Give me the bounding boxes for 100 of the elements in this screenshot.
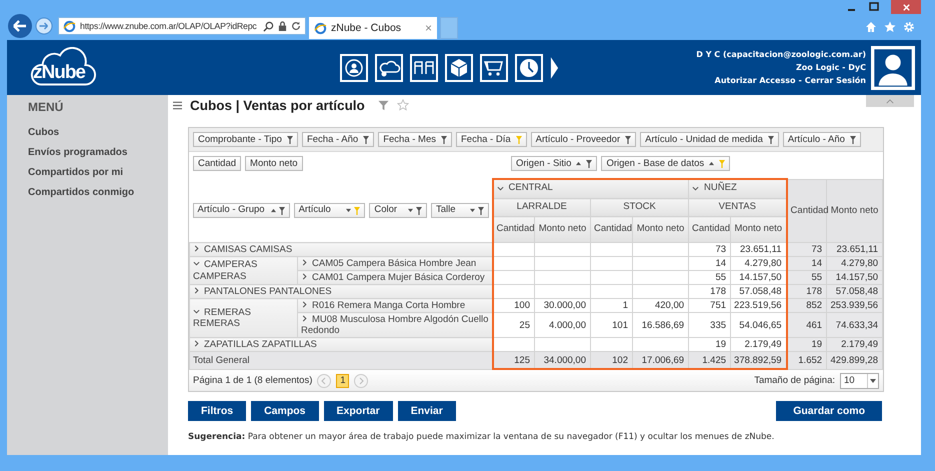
forward-icon[interactable]	[35, 17, 53, 35]
menu-item[interactable]: Envíos programados	[28, 147, 168, 158]
row-header[interactable]: CAM05 Campera Básica Hombre Jean	[298, 256, 492, 270]
action-button[interactable]: Filtros	[188, 401, 246, 421]
row-header[interactable]: ZAPATILLAS ZAPATILLAS	[190, 338, 492, 352]
page-button[interactable]: 1	[336, 374, 350, 388]
row-header[interactable]: R016 Remera Manga Corta Hombre	[298, 298, 492, 312]
field-chip[interactable]: Color	[369, 203, 427, 218]
table-cell: 101	[612, 320, 628, 330]
row-header[interactable]: PANTALONES PANTALONES	[190, 284, 492, 298]
star-icon[interactable]	[396, 99, 409, 111]
field-chip[interactable]: Comprobante - Tipo	[193, 132, 298, 147]
back-icon[interactable]	[8, 14, 32, 38]
cube-icon[interactable]	[445, 54, 473, 82]
address-bar[interactable]: https://www.znube.com.ar/OLAP/OLAP?idRepc	[58, 17, 306, 35]
cloud-gear-icon[interactable]	[375, 54, 403, 82]
arrow-right-icon[interactable]	[550, 54, 559, 80]
field-chip[interactable]: Cantidad	[193, 156, 242, 171]
menu-item[interactable]: Compartidos conmigo	[28, 187, 168, 198]
action-button[interactable]: Exportar	[324, 401, 393, 421]
close-tab-button[interactable]: ×	[424, 21, 432, 35]
field-chip[interactable]: Fecha - Día	[456, 132, 527, 147]
filter-icon[interactable]	[363, 136, 370, 144]
column-header: Monto neto	[730, 216, 787, 242]
field-chip[interactable]: Talle	[430, 203, 489, 218]
close-window-button[interactable]	[891, 0, 921, 14]
field-chip[interactable]: Origen - Sitio	[511, 156, 598, 171]
total-label: Total General	[193, 354, 250, 366]
field-chip[interactable]: Artículo - Grupo	[192, 203, 290, 218]
chevron-down-icon[interactable]	[692, 184, 700, 192]
table-cell: 73	[715, 244, 726, 255]
menu-icon[interactable]	[173, 100, 182, 110]
row-header[interactable]: CAM01 Campera Mujer Básica Corderoy	[298, 270, 492, 284]
field-chip[interactable]: Artículo	[294, 203, 366, 218]
table-cell: 102	[612, 354, 628, 366]
table-cell: 751	[710, 300, 726, 311]
authorize-link[interactable]: Autorizar Accesso	[714, 76, 796, 85]
row-header[interactable]: CAMPERAS CAMPERAS	[190, 256, 298, 284]
hint-text: Sugerencia: Para obtener un mayor área de trabajo puede maximizar la ventana de su navegador (F11) y ocultar los menues de zNube.	[188, 432, 776, 442]
user-sync-icon[interactable]	[340, 54, 368, 82]
search-icon[interactable]	[263, 20, 274, 32]
column-header[interactable]: CENTRAL	[492, 179, 689, 198]
filter-icon[interactable]	[850, 136, 856, 144]
field-chip[interactable]: Fecha - Mes	[378, 132, 452, 147]
table-cell: 2.179,49	[744, 339, 782, 350]
filter-icon[interactable]	[441, 136, 447, 144]
chevron-right-icon[interactable]	[193, 340, 200, 347]
action-button[interactable]: Campos	[251, 401, 319, 421]
cloud-icon	[29, 46, 97, 88]
menu-item[interactable]: Compartidos por mi	[28, 167, 168, 178]
cart-icon[interactable]	[480, 54, 508, 82]
field-chip[interactable]: Artículo - Unidad de medida	[640, 132, 779, 147]
chevron-down-icon[interactable]	[496, 184, 504, 192]
field-chip[interactable]: Origen - Base de datos	[601, 156, 730, 171]
filter-icon[interactable]	[586, 160, 592, 168]
chevron-down-icon[interactable]	[193, 308, 200, 315]
save-as-button[interactable]: Guardar como	[776, 401, 882, 421]
field-chip[interactable]: Monto neto	[245, 156, 303, 171]
column-header: VENTAS	[688, 198, 787, 216]
browser-tab[interactable]: zNube - Cubos ×	[309, 17, 437, 39]
chevron-right-icon[interactable]	[193, 286, 200, 294]
field-chip[interactable]: Artículo - Proveedor	[530, 132, 636, 147]
chevron-right-icon[interactable]	[193, 244, 200, 252]
chevron-right-icon[interactable]	[301, 272, 308, 280]
chevron-right-icon[interactable]	[301, 300, 308, 308]
action-button[interactable]: Enviar	[398, 401, 456, 421]
column-header: Monto neto	[826, 179, 883, 242]
row-header[interactable]: MU08 Musculosa Hombre Algodón Cuello Redondo	[298, 312, 492, 338]
chevron-down-icon[interactable]	[193, 260, 200, 268]
clock-icon[interactable]	[515, 54, 543, 82]
refresh-icon[interactable]	[291, 21, 301, 31]
table-cell: 178	[806, 286, 822, 297]
star-icon[interactable]	[884, 21, 896, 33]
table-cell: 14.157,50	[836, 272, 878, 283]
row-header[interactable]: CAMISAS CAMISAS	[190, 242, 492, 256]
table-cell: 16.586,69	[642, 320, 684, 330]
close-icon[interactable]	[902, 2, 910, 12]
filter-icon[interactable]	[416, 206, 422, 214]
filter-icon[interactable]	[478, 206, 484, 214]
logout-link[interactable]: Cerrar Sesión	[804, 76, 866, 85]
filter-icon[interactable]	[286, 136, 293, 144]
menu-item[interactable]: Cubos	[28, 127, 168, 138]
avatar-icon[interactable]	[871, 46, 915, 90]
caret-down-icon[interactable]	[870, 378, 876, 382]
chevron-right-icon[interactable]	[301, 314, 308, 322]
field-chip[interactable]: Fecha - Año	[302, 132, 374, 147]
table-cell: 335	[710, 320, 726, 330]
row-header[interactable]: REMERAS REMERAS	[190, 298, 298, 338]
browser-icon	[314, 22, 327, 34]
filter-icon[interactable]	[768, 136, 774, 144]
table-cell: 178	[710, 286, 726, 297]
column-header: Cantidad	[688, 216, 731, 242]
column-header: LARRALDE	[492, 198, 590, 216]
column-header[interactable]: NUÑEZ	[688, 179, 787, 198]
page-size-select[interactable]: 10	[840, 372, 879, 388]
maximize-icon[interactable]	[869, 2, 879, 12]
filter-icon[interactable]	[278, 206, 285, 214]
field-chip[interactable]: Artículo - Año	[782, 132, 861, 147]
chevron-right-icon[interactable]	[301, 258, 308, 266]
filter-icon[interactable]	[625, 136, 632, 144]
